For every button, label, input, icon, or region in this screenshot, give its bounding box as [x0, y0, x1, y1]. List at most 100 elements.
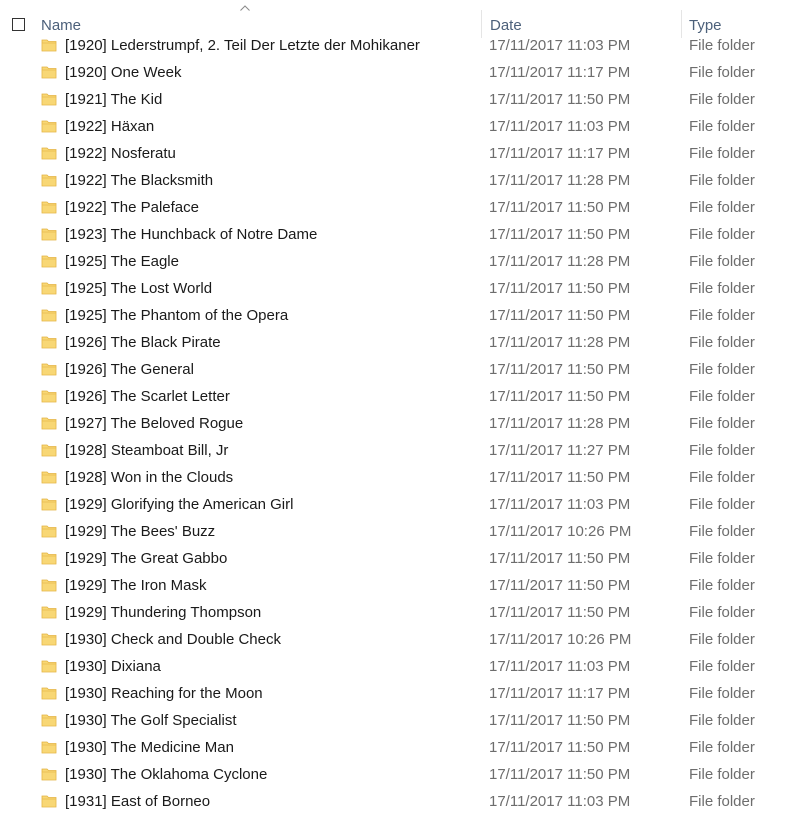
folder-icon [41, 201, 57, 214]
file-row[interactable]: [1929] The Great Gabbo 17/11/2017 11:50 P… [0, 545, 810, 572]
file-name[interactable]: [1930] Reaching for the Moon [65, 680, 263, 707]
file-date-modified: 17/11/2017 11:50 PM [489, 91, 631, 108]
folder-icon [41, 363, 57, 376]
folder-icon [41, 687, 57, 700]
file-type: File folder [689, 685, 755, 702]
file-row[interactable]: [1930] The Oklahoma Cyclone 17/11/2017 11… [0, 761, 810, 788]
file-type: File folder [689, 604, 755, 621]
file-name[interactable]: [1921] The Kid [65, 86, 162, 113]
file-name[interactable]: [1929] Thundering Thompson [65, 599, 261, 626]
column-header-date[interactable]: Date [481, 0, 681, 38]
folder-icon [41, 390, 57, 403]
file-row[interactable]: [1921] The Kid 17/11/2017 11:50 PM File fo… [0, 86, 810, 113]
file-name[interactable]: [1929] The Great Gabbo [65, 545, 227, 572]
file-date-modified: 17/11/2017 11:50 PM [489, 712, 631, 729]
file-name[interactable]: [1925] The Lost World [65, 275, 212, 302]
file-row[interactable]: [1928] Steamboat Bill, Jr 17/11/2017 11:2… [0, 437, 810, 464]
file-name[interactable]: [1925] The Eagle [65, 248, 179, 275]
file-date-modified: 17/11/2017 11:28 PM [489, 172, 631, 189]
file-date-modified: 17/11/2017 11:50 PM [489, 739, 631, 756]
file-row[interactable]: [1930] Reaching for the Moon 17/11/2017 1… [0, 680, 810, 707]
file-date-modified: 17/11/2017 11:03 PM [489, 793, 631, 810]
file-row[interactable]: [1925] The Eagle 17/11/2017 11:28 PM File … [0, 248, 810, 275]
file-row[interactable]: [1925] The Lost World 17/11/2017 11:50 PM… [0, 275, 810, 302]
file-name[interactable]: [1922] Häxan [65, 113, 154, 140]
file-row[interactable]: [1930] Dixiana 17/11/2017 11:03 PM File fo… [0, 653, 810, 680]
folder-icon [41, 741, 57, 754]
file-date-modified: 17/11/2017 11:50 PM [489, 604, 631, 621]
file-date-modified: 17/11/2017 11:50 PM [489, 307, 631, 324]
file-date-modified: 17/11/2017 11:17 PM [489, 145, 631, 162]
file-type: File folder [689, 172, 755, 189]
file-name[interactable]: [1928] Steamboat Bill, Jr [65, 437, 228, 464]
file-row[interactable]: [1922] The Blacksmith 17/11/2017 11:28 PM… [0, 167, 810, 194]
file-name[interactable]: [1926] The Black Pirate [65, 329, 221, 356]
file-type: File folder [689, 415, 755, 432]
file-name[interactable]: [1930] Check and Double Check [65, 626, 281, 653]
file-date-modified: 17/11/2017 11:50 PM [489, 550, 631, 567]
column-header-name-label: Name [41, 17, 82, 34]
file-name[interactable]: [1922] The Blacksmith [65, 167, 213, 194]
file-type: File folder [689, 199, 755, 216]
file-row[interactable]: [1929] Glorifying the American Girl 17/11… [0, 491, 810, 518]
file-name[interactable]: [1930] Dixiana [65, 653, 161, 680]
file-row[interactable]: [1922] Häxan 17/11/2017 11:03 PM File fold… [0, 113, 810, 140]
file-row[interactable]: [1927] The Beloved Rogue 17/11/2017 11:28… [0, 410, 810, 437]
folder-icon [41, 498, 57, 511]
file-row[interactable]: [1929] The Bees' Buzz 17/11/2017 10:26 PM… [0, 518, 810, 545]
file-date-modified: 17/11/2017 11:28 PM [489, 334, 631, 351]
folder-icon [41, 93, 57, 106]
file-type: File folder [689, 91, 755, 108]
folder-icon [41, 606, 57, 619]
file-type: File folder [689, 280, 755, 297]
file-date-modified: 17/11/2017 11:03 PM [489, 658, 631, 675]
file-name[interactable]: [1931] East of Borneo [65, 788, 210, 815]
column-header-type-label: Type [689, 17, 722, 34]
file-row[interactable]: [1930] The Medicine Man 17/11/2017 11:50 … [0, 734, 810, 761]
folder-icon [41, 552, 57, 565]
file-row[interactable]: [1930] Check and Double Check 17/11/2017 … [0, 626, 810, 653]
file-row[interactable]: [1931] East of Borneo 17/11/2017 11:03 PM… [0, 788, 810, 815]
file-row[interactable]: [1928] Won in the Clouds 17/11/2017 11:50… [0, 464, 810, 491]
file-row[interactable]: [1926] The General 17/11/2017 11:50 PM Fil… [0, 356, 810, 383]
file-row[interactable]: [1922] Nosferatu 17/11/2017 11:17 PM File … [0, 140, 810, 167]
file-row[interactable]: [1926] The Scarlet Letter 17/11/2017 11:5… [0, 383, 810, 410]
file-row[interactable]: [1930] The Golf Specialist 17/11/2017 11:… [0, 707, 810, 734]
file-row[interactable]: [1923] The Hunchback of Notre Dame 17/11/… [0, 221, 810, 248]
file-name[interactable]: [1920] One Week [65, 59, 181, 86]
file-row[interactable]: [1922] The Paleface 17/11/2017 11:50 PM Fi… [0, 194, 810, 221]
file-row[interactable]: [1926] The Black Pirate 17/11/2017 11:28 … [0, 329, 810, 356]
file-name[interactable]: [1930] The Oklahoma Cyclone [65, 761, 267, 788]
file-name[interactable]: [1929] The Iron Mask [65, 572, 206, 599]
file-row[interactable]: [1929] Thundering Thompson 17/11/2017 11:… [0, 599, 810, 626]
file-type: File folder [689, 577, 755, 594]
file-name[interactable]: [1922] Nosferatu [65, 140, 176, 167]
file-date-modified: 17/11/2017 11:28 PM [489, 253, 631, 270]
column-header-type[interactable]: Type [681, 0, 810, 38]
file-name[interactable]: [1927] The Beloved Rogue [65, 410, 243, 437]
file-name[interactable]: [1928] Won in the Clouds [65, 464, 233, 491]
file-date-modified: 17/11/2017 11:28 PM [489, 415, 631, 432]
file-date-modified: 17/11/2017 11:50 PM [489, 766, 631, 783]
folder-icon [41, 309, 57, 322]
file-name[interactable]: [1925] The Phantom of the Opera [65, 302, 288, 329]
file-row[interactable]: [1925] The Phantom of the Opera 17/11/201… [0, 302, 810, 329]
file-name[interactable]: [1923] The Hunchback of Notre Dame [65, 221, 317, 248]
file-type: File folder [689, 442, 755, 459]
folder-icon [41, 633, 57, 646]
file-name[interactable]: [1930] The Golf Specialist [65, 707, 237, 734]
file-name[interactable]: [1929] The Bees' Buzz [65, 518, 215, 545]
folder-icon [41, 147, 57, 160]
file-row[interactable]: [1929] The Iron Mask 17/11/2017 11:50 PM F… [0, 572, 810, 599]
folder-icon [41, 525, 57, 538]
file-name[interactable]: [1930] The Medicine Man [65, 734, 234, 761]
file-name[interactable]: [1926] The General [65, 356, 194, 383]
file-type: File folder [689, 550, 755, 567]
folder-icon [41, 336, 57, 349]
folder-icon [41, 471, 57, 484]
file-name[interactable]: [1922] The Paleface [65, 194, 199, 221]
file-name[interactable]: [1929] Glorifying the American Girl [65, 491, 293, 518]
file-name[interactable]: [1926] The Scarlet Letter [65, 383, 230, 410]
file-type: File folder [689, 145, 755, 162]
file-row[interactable]: [1920] One Week 17/11/2017 11:17 PM File f… [0, 59, 810, 86]
